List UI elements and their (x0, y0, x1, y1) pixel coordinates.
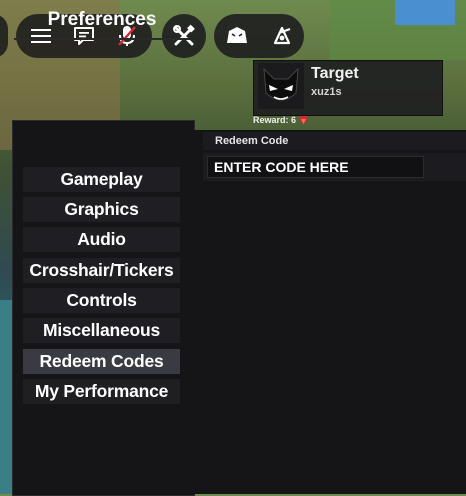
sidebar-item-crosshair-tickers[interactable]: Crosshair/Tickers (23, 258, 180, 283)
emote-icon[interactable] (224, 23, 250, 49)
sidebar-item-audio[interactable]: Audio (23, 227, 180, 252)
sidebar-item-redeem-codes[interactable]: Redeem Codes (23, 349, 180, 374)
sidebar-item-miscellaneous[interactable]: Miscellaneous (23, 318, 180, 343)
sidebar-title: Preferences (47, 9, 157, 30)
gem-icon (299, 116, 309, 124)
emote-alt-icon[interactable] (269, 23, 295, 49)
background-sky (395, 0, 455, 25)
sidebar-item-gameplay[interactable]: Gameplay (23, 167, 180, 192)
top-bar-emotes-group (214, 14, 304, 58)
sidebar-item-controls[interactable]: Controls (23, 288, 180, 313)
sidebar-divider (14, 38, 190, 40)
sidebar-item-graphics[interactable]: Graphics (23, 197, 180, 222)
reward-label: Reward: 6 (253, 115, 309, 125)
redeem-panel (193, 130, 466, 494)
reward-text: Reward: 6 (253, 115, 297, 125)
redeem-header: Redeem Code (203, 132, 466, 150)
target-title: Target (311, 65, 359, 82)
redeem-code-input[interactable] (207, 156, 424, 178)
target-card: Target xuz1s (253, 60, 443, 116)
target-avatar (258, 63, 304, 109)
target-username: xuz1s (311, 86, 342, 98)
sidebar-item-my-performance[interactable]: My Performance (23, 379, 180, 404)
